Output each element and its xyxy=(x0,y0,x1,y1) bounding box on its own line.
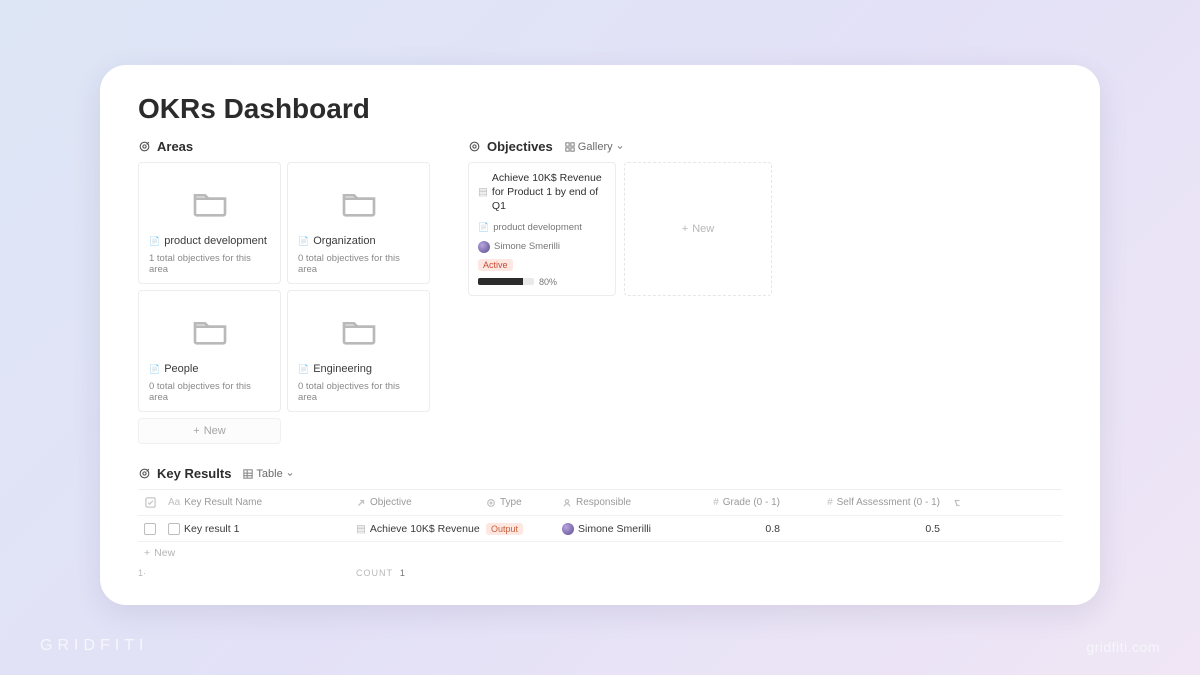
table-new-row[interactable]: + New xyxy=(138,542,1062,564)
page-icon: ▤ xyxy=(356,523,366,535)
area-subtext: 0 total objectives for this area xyxy=(298,381,419,403)
table-header-row: Aa Key Result Name Objective Type Respon… xyxy=(138,490,1062,516)
view-label: Gallery xyxy=(578,141,613,153)
objectives-new-button[interactable]: + New xyxy=(624,162,772,296)
objective-area: product development xyxy=(493,222,582,233)
area-name: People xyxy=(164,363,198,375)
areas-section: Areas 📄 product development 1 total objec… xyxy=(138,139,430,444)
cell-objective[interactable]: ▤ Achieve 10K$ Revenue fo xyxy=(350,523,480,535)
areas-new-button[interactable]: + New xyxy=(138,418,281,444)
page-icon: ▤ xyxy=(478,171,488,214)
select-all-checkbox[interactable] xyxy=(138,497,162,508)
page-icon: 📄 xyxy=(298,236,309,247)
count-value: 1 xyxy=(400,568,406,578)
area-card[interactable]: 📄 product development 1 total objectives … xyxy=(138,162,281,284)
folder-icon xyxy=(298,299,419,361)
area-name: Engineering xyxy=(313,363,372,375)
cell-responsible[interactable]: Simone Smerilli xyxy=(556,523,686,535)
areas-heading: Areas xyxy=(157,139,193,154)
area-subtext: 1 total objectives for this area xyxy=(149,253,270,275)
gallery-icon xyxy=(565,142,575,152)
page-icon: 📄 xyxy=(149,236,160,247)
status-badge: Active xyxy=(478,259,513,271)
text-icon: Aa xyxy=(168,497,180,508)
plus-icon: + xyxy=(144,547,150,559)
page-icon: 📄 xyxy=(149,364,160,375)
progress-fill xyxy=(478,278,523,285)
brand-site: gridfiti.com xyxy=(1086,639,1160,655)
objectives-section: Objectives Gallery ▤ xyxy=(468,139,1062,444)
todo-checkbox[interactable] xyxy=(168,523,180,535)
page-title: OKRs Dashboard xyxy=(138,93,1062,125)
relation-icon xyxy=(356,498,366,508)
column-header-responsible[interactable]: Responsible xyxy=(556,497,686,508)
objective-card[interactable]: ▤ Achieve 10K$ Revenue for Product 1 by … xyxy=(468,162,616,296)
target-icon xyxy=(138,140,151,153)
column-header-name[interactable]: Aa Key Result Name xyxy=(162,497,350,508)
formula-icon xyxy=(952,498,962,508)
plus-icon: + xyxy=(682,223,688,235)
objectives-heading: Objectives xyxy=(487,139,553,154)
column-header-self-assessment[interactable]: # Self Assessment (0 - 1) xyxy=(786,497,946,508)
plus-icon: + xyxy=(193,425,199,437)
cell-name[interactable]: Key result 1 xyxy=(162,523,350,535)
type-tag: Output xyxy=(486,523,523,535)
person-icon xyxy=(562,498,572,508)
column-header-objective[interactable]: Objective xyxy=(350,497,480,508)
avatar xyxy=(562,523,574,535)
objective-owner: Simone Smerilli xyxy=(494,241,560,252)
column-header-type[interactable]: Type xyxy=(480,497,556,508)
key-results-section: Key Results Table xyxy=(138,466,1062,578)
area-subtext: 0 total objectives for this area xyxy=(149,381,270,403)
footer-left: 1· xyxy=(138,568,146,578)
page-icon: 📄 xyxy=(298,364,309,375)
row-checkbox[interactable] xyxy=(138,523,162,535)
chevron-down-icon xyxy=(616,143,624,151)
area-card[interactable]: 📄 Organization 0 total objectives for thi… xyxy=(287,162,430,284)
folder-icon xyxy=(298,171,419,233)
target-icon xyxy=(468,140,481,153)
column-header-more[interactable] xyxy=(946,498,1062,508)
key-results-table: Aa Key Result Name Objective Type Respon… xyxy=(138,489,1062,578)
number-icon: # xyxy=(827,497,833,508)
area-name: Organization xyxy=(313,235,375,247)
area-name: product development xyxy=(164,235,267,247)
folder-icon xyxy=(149,299,270,361)
chevron-down-icon xyxy=(286,470,294,478)
page-icon: 📄 xyxy=(478,222,489,233)
table-row[interactable]: Key result 1 ▤ Achieve 10K$ Revenue fo O… xyxy=(138,516,1062,542)
new-label: New xyxy=(154,547,175,559)
cell-type[interactable]: Output xyxy=(480,523,556,535)
target-icon xyxy=(138,467,151,480)
table-icon xyxy=(243,469,253,479)
column-header-grade[interactable]: # Grade (0 - 1) xyxy=(686,497,786,508)
area-subtext: 0 total objectives for this area xyxy=(298,253,419,275)
count-label: COUNT xyxy=(356,568,393,578)
cell-grade[interactable]: 0.8 xyxy=(686,523,786,535)
area-card[interactable]: 📄 People 0 total objectives for this area xyxy=(138,290,281,412)
new-label: New xyxy=(204,425,226,437)
number-icon: # xyxy=(713,497,719,508)
table-footer: 1· COUNT 1 xyxy=(138,564,1062,578)
key-results-view-selector[interactable]: Table xyxy=(243,468,293,480)
progress-bar xyxy=(478,278,534,285)
app-window: OKRs Dashboard Areas 📄product d xyxy=(100,65,1100,605)
area-card[interactable]: 📄 Engineering 0 total objectives for this… xyxy=(287,290,430,412)
new-label: New xyxy=(692,223,714,235)
cell-self-assessment[interactable]: 0.5 xyxy=(786,523,946,535)
key-results-heading: Key Results xyxy=(157,466,231,481)
checkbox-icon xyxy=(145,497,156,508)
objective-title: Achieve 10K$ Revenue for Product 1 by en… xyxy=(492,171,606,214)
select-icon xyxy=(486,498,496,508)
folder-icon xyxy=(149,171,270,233)
objectives-view-selector[interactable]: Gallery xyxy=(565,141,624,153)
progress-label: 80% xyxy=(539,277,557,287)
view-label: Table xyxy=(256,468,282,480)
avatar xyxy=(478,241,490,253)
brand-name: GRIDFITI xyxy=(40,637,148,655)
